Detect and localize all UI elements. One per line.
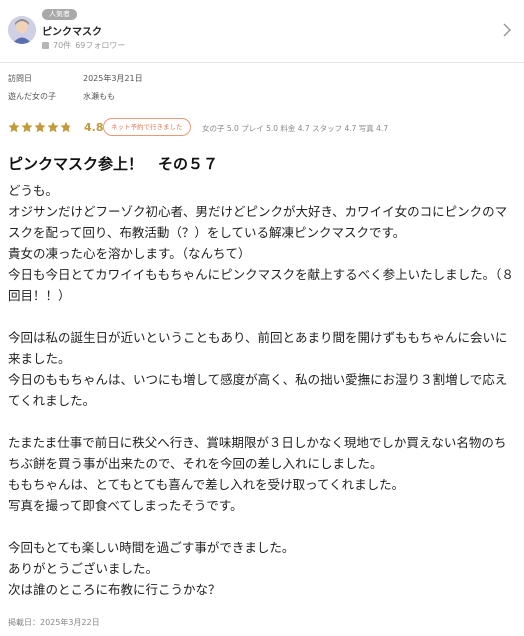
- reviewer-name[interactable]: ピンクマスク: [42, 23, 102, 38]
- girl-name[interactable]: 水瀬もも: [83, 91, 115, 102]
- star-icon: [21, 121, 33, 133]
- rating-row: 4.8 ネット予約で行きました 女の子 5.0 プレイ 5.0 料金 4.7 ス…: [8, 118, 518, 137]
- divider: [0, 62, 524, 63]
- rank-badge: 人気者: [42, 9, 77, 20]
- follower-count: 69フォロワー: [75, 41, 126, 50]
- overall-score: 4.8: [84, 121, 104, 134]
- net-reservation-badge: ネット予約で行きました: [103, 118, 191, 136]
- girl-label: 遊んだ女の子: [8, 92, 56, 101]
- star-rating: [8, 121, 72, 133]
- posted-date: 掲載日：2025年3月22日: [8, 618, 100, 627]
- visit-date-value: 2025年3月21日: [83, 74, 143, 83]
- reviewer-header[interactable]: 人気者 ピンクマスク 70件 69フォロワー: [0, 0, 524, 62]
- sub-scores: 女の子 5.0 プレイ 5.0 料金 4.7 スタッフ 4.7 写真 4.7: [202, 124, 389, 133]
- reviewer-stats: 70件 69フォロワー: [42, 40, 125, 51]
- star-icon: [47, 121, 59, 133]
- star-icon: [60, 121, 72, 133]
- review-count-icon: [42, 42, 49, 49]
- avatar: [8, 16, 36, 44]
- review-count: 70件: [53, 41, 72, 50]
- review-body: どうも。 オジサンだけどフーゾク初心者、男だけどピンクが大好き、カワイイ女のコに…: [8, 183, 514, 597]
- star-icon: [34, 121, 46, 133]
- review-title: ピンクマスク参上！ その５７: [8, 155, 219, 173]
- chevron-right-icon[interactable]: [500, 22, 514, 38]
- visit-date-label: 訪問日: [8, 74, 32, 83]
- star-icon: [8, 121, 20, 133]
